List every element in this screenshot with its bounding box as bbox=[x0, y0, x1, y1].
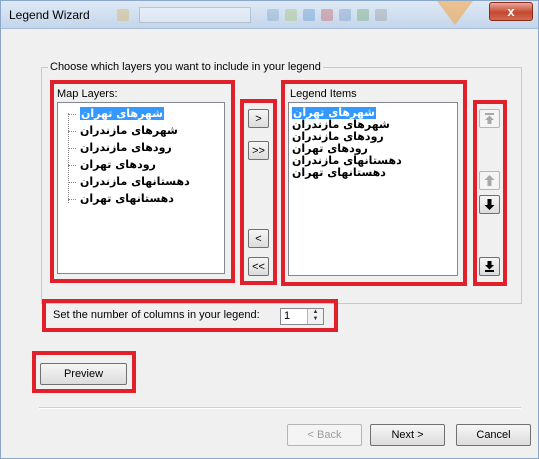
watermark-shape bbox=[437, 1, 473, 25]
toolbar-icon bbox=[321, 9, 333, 21]
add-all-layers-button[interactable]: >> bbox=[248, 141, 269, 160]
move-to-bottom-button[interactable] bbox=[479, 257, 500, 276]
map-layers-label: Map Layers: bbox=[57, 88, 118, 100]
divider bbox=[39, 407, 521, 409]
window-title: Legend Wizard bbox=[9, 8, 90, 22]
add-layer-button[interactable]: > bbox=[248, 109, 269, 128]
map-layer-item[interactable]: رودهای تهران bbox=[80, 158, 156, 171]
stepper-down-icon[interactable]: ▼ bbox=[308, 316, 323, 323]
toolbar-icon bbox=[285, 9, 297, 21]
move-up-icon bbox=[484, 175, 495, 186]
title-bar[interactable]: Legend Wizard x bbox=[1, 1, 538, 29]
tree-branch bbox=[68, 148, 76, 149]
close-button[interactable]: x bbox=[489, 2, 533, 21]
legend-items-list[interactable]: شهرهای تهران شهرهای مازندران رودهای مازن… bbox=[288, 102, 458, 276]
toolbar-icon bbox=[375, 9, 387, 21]
move-up-button[interactable] bbox=[479, 171, 500, 190]
cancel-button[interactable]: Cancel bbox=[456, 424, 531, 446]
back-button[interactable]: < Back bbox=[287, 424, 362, 446]
tree-branch bbox=[68, 182, 76, 183]
remove-layer-button[interactable]: < bbox=[248, 229, 269, 248]
toolbar-icon bbox=[267, 9, 279, 21]
stepper-up-icon[interactable]: ▲ bbox=[308, 309, 323, 316]
group-caption: Choose which layers you want to include … bbox=[48, 61, 323, 73]
preview-button[interactable]: Preview bbox=[40, 363, 127, 385]
background-toolbar bbox=[117, 5, 417, 25]
move-to-bottom-icon bbox=[485, 261, 494, 272]
tree-branch bbox=[68, 165, 76, 166]
map-layers-list[interactable]: شهرهای تهران شهرهای مازندران رودهای مازن… bbox=[57, 102, 225, 274]
columns-stepper[interactable]: 1 ▲ ▼ bbox=[280, 308, 324, 325]
map-layer-item[interactable]: شهرهای تهران bbox=[80, 107, 164, 120]
map-layer-item[interactable]: شهرهای مازندران bbox=[80, 124, 178, 137]
legend-items-label: Legend Items bbox=[290, 88, 357, 100]
tree-branch bbox=[68, 114, 76, 115]
columns-label: Set the number of columns in your legend… bbox=[53, 309, 260, 321]
tree-branch bbox=[68, 199, 76, 200]
toolbar-icon bbox=[303, 9, 315, 21]
move-down-icon bbox=[484, 199, 495, 210]
map-layer-item[interactable]: دهستانهای مازندران bbox=[80, 175, 190, 188]
move-to-top-icon bbox=[485, 113, 494, 124]
toolbar-icon bbox=[357, 9, 369, 21]
tree-connector bbox=[68, 113, 69, 203]
map-layer-item[interactable]: دهستانهای تهران bbox=[80, 192, 174, 205]
map-layer-item[interactable]: رودهای مازندران bbox=[80, 141, 172, 154]
background-combo bbox=[139, 7, 251, 23]
tree-branch bbox=[68, 131, 76, 132]
columns-value: 1 bbox=[284, 310, 291, 322]
next-button[interactable]: Next > bbox=[370, 424, 445, 446]
remove-all-layers-button[interactable]: << bbox=[248, 257, 269, 276]
stepper-arrows[interactable]: ▲ ▼ bbox=[307, 309, 323, 324]
move-to-top-button[interactable] bbox=[479, 109, 500, 128]
move-down-button[interactable] bbox=[479, 195, 500, 214]
legend-wizard-window: Legend Wizard x Choose which layers you … bbox=[0, 0, 539, 459]
toolbar-icon bbox=[117, 9, 129, 21]
toolbar-icon bbox=[339, 9, 351, 21]
legend-item[interactable]: دهستانهای تهران bbox=[292, 167, 386, 179]
